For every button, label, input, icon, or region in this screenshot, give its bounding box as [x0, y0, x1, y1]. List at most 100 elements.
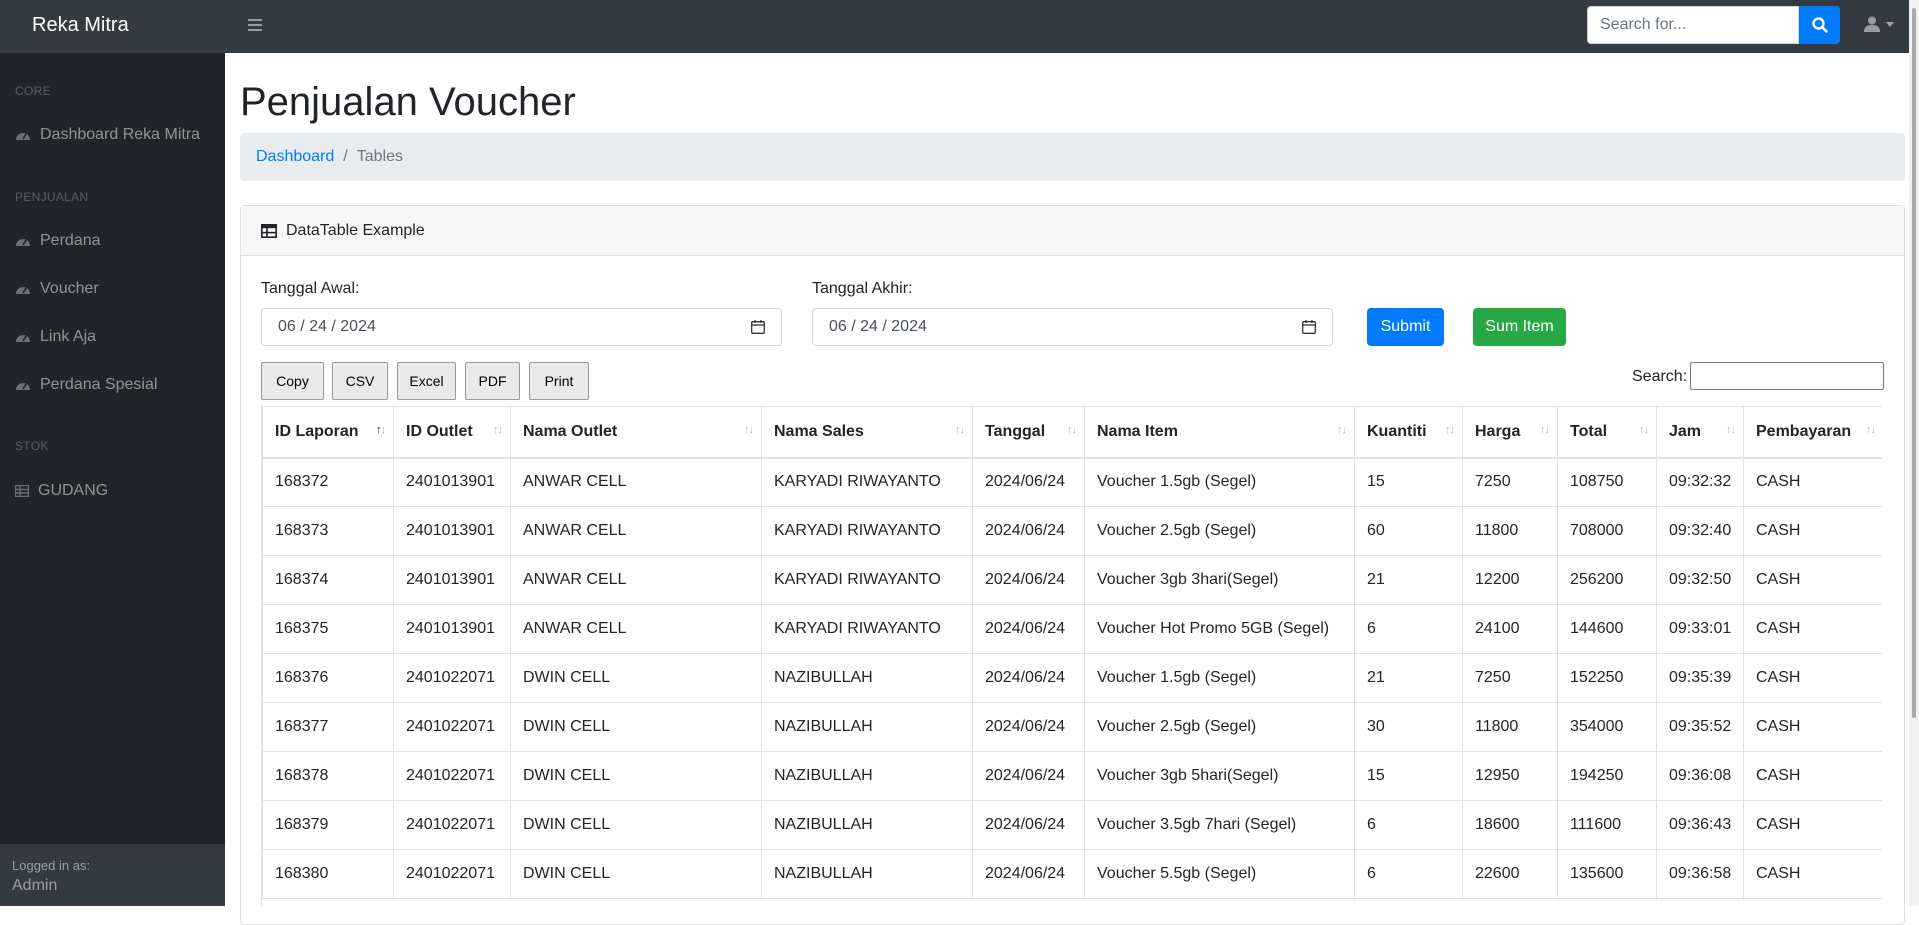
sidebar-item-dashboard[interactable]: Dashboard Reka Mitra — [15, 123, 200, 147]
table-cell: 09:35:52 — [1656, 702, 1744, 752]
user-dropdown[interactable] — [1864, 16, 1894, 32]
sort-icon: ↑↓ — [1639, 424, 1649, 436]
brand-link[interactable]: Reka Mitra — [32, 14, 129, 37]
sidebar-item-link-aja[interactable]: Link Aja — [15, 325, 96, 349]
table-cell: ANWAR CELL — [510, 506, 762, 556]
table-cell: 2024/06/24 — [972, 653, 1085, 703]
table-row[interactable]: 168379 2401022071 DWIN CELL NAZIBULLAH 2024/… — [262, 800, 1882, 850]
column-header[interactable]: Total ↑↓ — [1557, 406, 1657, 459]
column-header[interactable]: Nama Sales ↑↓ — [761, 406, 973, 459]
sidebar-item-perdana[interactable]: Perdana — [15, 229, 101, 253]
table-cell: KARYADI RIWAYANTO — [761, 506, 973, 556]
column-header[interactable]: Jam ↑↓ — [1656, 406, 1744, 459]
copy-button[interactable]: Copy — [261, 362, 324, 400]
navbar-search — [1587, 6, 1840, 44]
column-header[interactable]: ID Laporan ↑↓ — [262, 406, 394, 459]
table-cell: 7250 — [1462, 653, 1558, 703]
column-header[interactable]: Nama Outlet ↑↓ — [510, 406, 762, 459]
column-header[interactable]: Kuantiti ↑↓ — [1354, 406, 1463, 459]
column-header[interactable]: Tanggal ↑↓ — [972, 406, 1085, 459]
table-search-label: Search: — [1632, 368, 1688, 385]
column-header-label: Pembayaran — [1756, 422, 1852, 440]
table-row[interactable]: 168374 2401013901 ANWAR CELL KARYADI RIWAYA… — [262, 555, 1882, 605]
search-button[interactable] — [1799, 6, 1840, 44]
sidebar-item-voucher[interactable]: Voucher — [15, 277, 99, 301]
sort-icon: ↑↓ — [744, 424, 754, 436]
table-cell: 168374 — [262, 555, 394, 605]
breadcrumb: Dashboard / Tables — [240, 133, 1905, 181]
column-header-label: Harga — [1475, 422, 1521, 440]
table-cell: CASH — [1743, 555, 1882, 605]
column-header[interactable]: Nama Item ↑↓ — [1084, 406, 1355, 459]
logged-in-label: Logged in as: — [12, 858, 91, 873]
column-header-label: Nama Outlet — [523, 422, 618, 440]
data-table-wrapper: ID Laporan ↑↓ ID Outlet ↑↓ Nama Outlet ↑↓ Nama… — [261, 406, 1882, 906]
tachometer-icon — [16, 239, 30, 246]
table-cell: 2024/06/24 — [972, 800, 1085, 850]
table-cell: 194250 — [1557, 751, 1657, 801]
table-cell: CASH — [1743, 849, 1882, 899]
table-search-input[interactable] — [1690, 362, 1884, 390]
sidebar-toggle-icon[interactable] — [248, 14, 264, 36]
table-cell: 09:32:32 — [1656, 457, 1744, 507]
table-cell: NAZIBULLAH — [761, 800, 973, 850]
table-cell: 108750 — [1557, 457, 1657, 507]
table-row[interactable]: 168380 2401022071 DWIN CELL NAZIBULLAH 2024/… — [262, 849, 1882, 899]
end-date-input[interactable]: 06 / 24 / 2024 — [812, 308, 1333, 346]
submit-button[interactable]: Submit — [1367, 308, 1444, 346]
table-cell: 15 — [1354, 457, 1463, 507]
column-header-label: Tanggal — [985, 422, 1046, 440]
table-icon — [261, 223, 277, 238]
table-row[interactable]: 168377 2401022071 DWIN CELL NAZIBULLAH 2024/… — [262, 702, 1882, 752]
column-header[interactable]: Harga ↑↓ — [1462, 406, 1558, 459]
column-header-label: ID Laporan — [275, 422, 359, 440]
table-cell: 09:32:40 — [1656, 506, 1744, 556]
breadcrumb-dashboard-link[interactable]: Dashboard — [256, 148, 334, 166]
navbar-search-input[interactable] — [1587, 6, 1799, 44]
column-header-label: Nama Sales — [774, 422, 864, 440]
sort-icon: ↑↓ — [1067, 424, 1077, 436]
sidebar-item-label: Voucher — [40, 280, 99, 297]
sidebar-item-perdana-spesial[interactable]: Perdana Spesial — [15, 373, 157, 397]
sidebar-item-label: Perdana — [40, 232, 101, 249]
start-date-value: 06 / 24 / 2024 — [278, 318, 376, 335]
data-table: ID Laporan ↑↓ ID Outlet ↑↓ Nama Outlet ↑↓ Nama… — [262, 406, 1882, 899]
table-row[interactable]: 168375 2401013901 ANWAR CELL KARYADI RIWAYA… — [262, 604, 1882, 654]
table-cell: 2401022071 — [393, 702, 511, 752]
end-date-label: Tanggal Akhir: — [812, 280, 913, 297]
table-row[interactable]: 168378 2401022071 DWIN CELL NAZIBULLAH 2024/… — [262, 751, 1882, 801]
start-date-label: Tanggal Awal: — [261, 280, 360, 297]
table-cell: 168380 — [262, 849, 394, 899]
table-cell: 12950 — [1462, 751, 1558, 801]
table-cell: DWIN CELL — [510, 702, 762, 752]
table-cell: 2024/06/24 — [972, 506, 1085, 556]
table-cell: 2024/06/24 — [972, 604, 1085, 654]
table-cell: ANWAR CELL — [510, 604, 762, 654]
table-cell: 2401022071 — [393, 849, 511, 899]
csv-button[interactable]: CSV — [332, 362, 388, 400]
print-button[interactable]: Print — [529, 362, 589, 400]
table-cell: 60 — [1354, 506, 1463, 556]
column-header[interactable]: ID Outlet ↑↓ — [393, 406, 511, 459]
table-row[interactable]: 168373 2401013901 ANWAR CELL KARYADI RIWAYA… — [262, 506, 1882, 556]
table-cell: 2024/06/24 — [972, 555, 1085, 605]
sort-icon: ↑↓ — [1726, 424, 1736, 436]
sort-icon: ↑↓ — [493, 424, 503, 436]
column-header[interactable]: Pembayaran ↑↓ — [1743, 406, 1882, 459]
sidebar: Core Dashboard Reka Mitra Penjualan Perd… — [0, 53, 225, 906]
table-cell: NAZIBULLAH — [761, 702, 973, 752]
table-cell: CASH — [1743, 800, 1882, 850]
table-cell: 15 — [1354, 751, 1463, 801]
table-cell: KARYADI RIWAYANTO — [761, 457, 973, 507]
table-row[interactable]: 168372 2401013901 ANWAR CELL KARYADI RIWAYA… — [262, 457, 1882, 507]
sidebar-item-gudang[interactable]: GUDANG — [15, 479, 108, 503]
table-row[interactable]: 168376 2401022071 DWIN CELL NAZIBULLAH 2024/… — [262, 653, 1882, 703]
page-scrollbar-thumb[interactable] — [1912, 8, 1916, 718]
table-cell: 21 — [1354, 555, 1463, 605]
excel-button[interactable]: Excel — [397, 362, 456, 400]
sum-item-button[interactable]: Sum Item — [1473, 308, 1566, 346]
sidebar-item-label: Dashboard Reka Mitra — [40, 126, 201, 143]
pdf-button[interactable]: PDF — [465, 362, 520, 400]
table-cell: 09:33:01 — [1656, 604, 1744, 654]
start-date-input[interactable]: 06 / 24 / 2024 — [261, 308, 782, 346]
